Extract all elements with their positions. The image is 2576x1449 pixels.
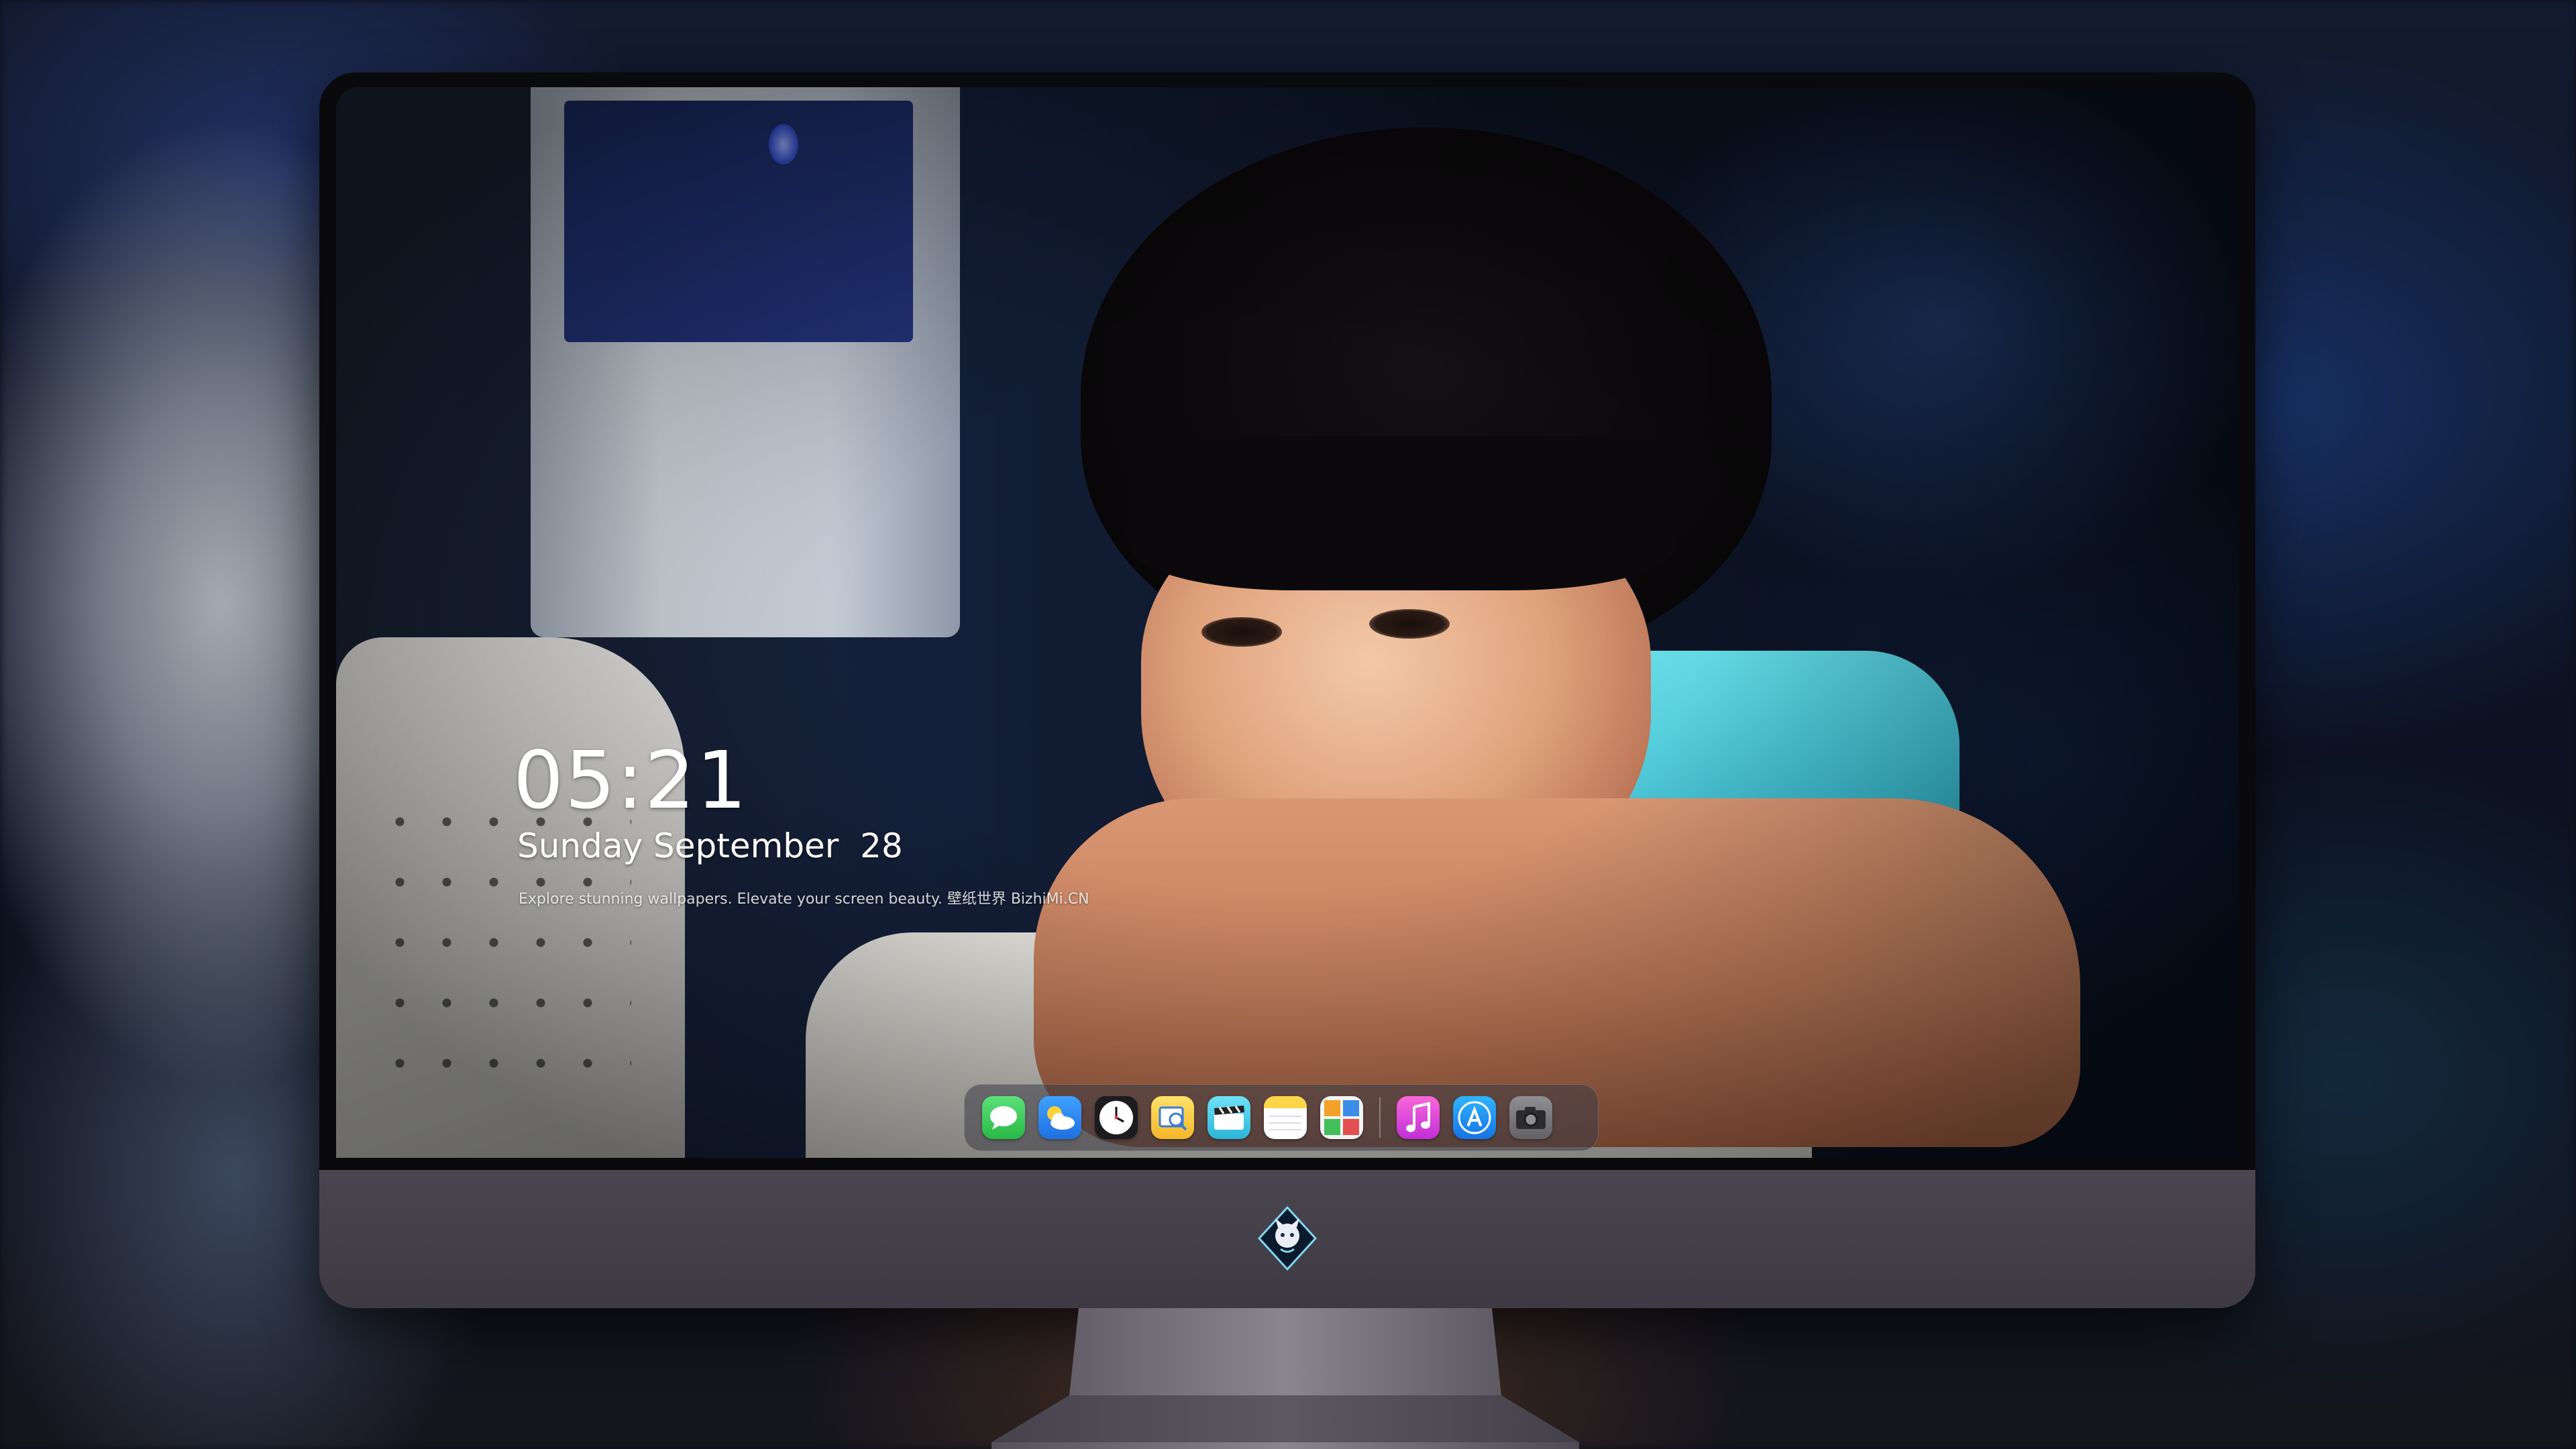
brand-logo: [1257, 1205, 1318, 1271]
monitor-stand: [991, 1308, 1579, 1449]
wallpaper-vignette: [336, 87, 2239, 1158]
itunes-icon[interactable]: [1397, 1096, 1440, 1139]
weather-icon[interactable]: [1038, 1096, 1081, 1139]
notes-icon[interactable]: [1264, 1096, 1307, 1139]
dock-separator: [1379, 1097, 1381, 1138]
lock-screen-date: Sunday September 28: [517, 826, 903, 865]
monitor: 05:21 Sunday September 28 Explore stunni…: [319, 72, 2255, 1308]
clips-icon[interactable]: [1208, 1096, 1250, 1139]
photo-booth-icon[interactable]: [1320, 1096, 1363, 1139]
clock-icon[interactable]: [1095, 1096, 1138, 1139]
screen: 05:21 Sunday September 28 Explore stunni…: [336, 87, 2239, 1158]
camera-icon[interactable]: [1509, 1096, 1552, 1139]
messages-icon[interactable]: [982, 1096, 1025, 1139]
preview-icon[interactable]: [1151, 1096, 1194, 1139]
monitor-chin: [319, 1170, 2255, 1308]
lock-screen-time: 05:21: [513, 734, 749, 826]
dock: [964, 1084, 1599, 1151]
lock-screen-tagline: Explore stunning wallpapers. Elevate you…: [519, 891, 1089, 908]
app-store-icon[interactable]: [1453, 1096, 1496, 1139]
